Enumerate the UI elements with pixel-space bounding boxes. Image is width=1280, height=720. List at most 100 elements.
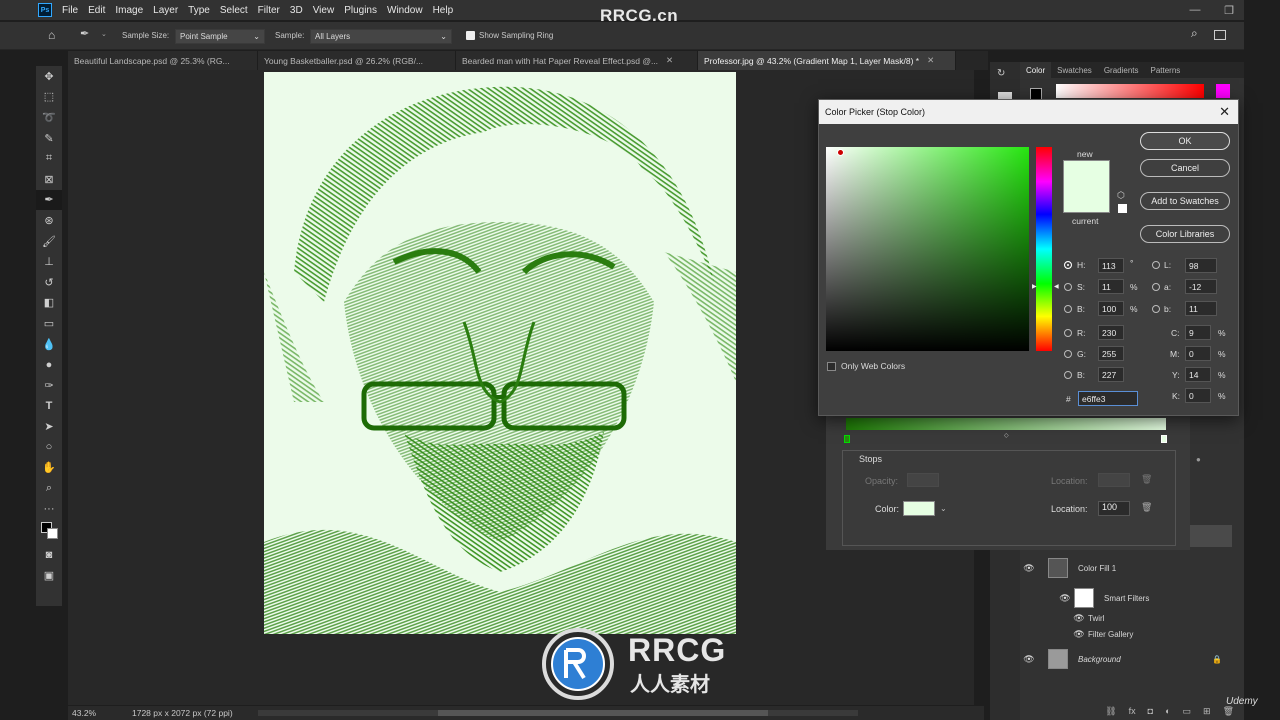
trash-icon[interactable]: 🗑 — [1141, 474, 1152, 485]
lasso-tool-icon[interactable]: ➰ — [36, 107, 62, 128]
menu-view[interactable]: View — [313, 5, 335, 16]
close-icon[interactable]: ✕ — [1219, 104, 1230, 120]
tab-gradients[interactable]: Gradients — [1098, 62, 1145, 78]
link-icon[interactable]: ⛓ — [1105, 706, 1116, 717]
tab-color[interactable]: Color — [1020, 62, 1052, 78]
healing-brush-tool-icon[interactable]: ⊛ — [36, 210, 62, 231]
gradient-bar[interactable] — [846, 418, 1166, 430]
brush-tool-icon[interactable]: 🖌 — [36, 231, 62, 252]
eyedropper-icon[interactable]: ✒ — [80, 27, 89, 40]
radio-l[interactable] — [1152, 261, 1160, 269]
checkbox-checked-icon[interactable] — [466, 31, 475, 40]
eye-icon[interactable]: 👁 — [1022, 654, 1036, 665]
r-field[interactable]: 230 — [1098, 325, 1124, 340]
menu-help[interactable]: Help — [433, 5, 454, 16]
layer-background[interactable]: 👁 Background 🔒 — [1022, 645, 1232, 673]
close-icon[interactable]: ✕ — [666, 55, 673, 66]
c-field[interactable]: 9 — [1185, 325, 1211, 340]
menu-window[interactable]: Window — [387, 5, 423, 16]
chevron-down-icon[interactable]: ⌄ — [101, 30, 107, 38]
pen-tool-icon[interactable]: ✑ — [36, 375, 62, 396]
menu-plugins[interactable]: Plugins — [344, 5, 377, 16]
background-color-swatch[interactable] — [47, 528, 58, 540]
minimize-icon[interactable]: — — [1178, 0, 1212, 20]
menu-3d[interactable]: 3D — [290, 5, 303, 16]
document-canvas[interactable] — [264, 72, 736, 634]
search-icon[interactable]: ⌕ — [1191, 26, 1198, 41]
lock-icon[interactable]: 🔒 — [1212, 655, 1222, 664]
stop-color-swatch[interactable] — [903, 501, 935, 516]
dodge-tool-icon[interactable]: ● — [36, 354, 62, 375]
color-stop-left[interactable] — [844, 435, 850, 443]
cancel-button[interactable]: Cancel — [1140, 159, 1230, 177]
menu-file[interactable]: File — [62, 5, 78, 16]
workspace-icon[interactable] — [1214, 30, 1226, 40]
opacity-location-field[interactable] — [1098, 473, 1130, 487]
layer-color-fill[interactable]: 👁 Color Fill 1 — [1022, 554, 1232, 582]
l-field[interactable]: 98 — [1185, 258, 1217, 273]
path-select-tool-icon[interactable]: ➤ — [36, 416, 62, 437]
history-brush-tool-icon[interactable]: ↺ — [36, 272, 62, 293]
blue-field[interactable]: 227 — [1098, 367, 1124, 382]
chevron-down-icon[interactable]: ⌄ — [940, 504, 947, 513]
more-tools-icon[interactable]: ··· — [36, 498, 62, 519]
tab-young-basketballer[interactable]: Young Basketballer.psd @ 26.2% (RGB/... — [258, 51, 456, 70]
eraser-tool-icon[interactable]: ◧ — [36, 293, 62, 314]
menu-edit[interactable]: Edit — [88, 5, 105, 16]
tab-bearded-man[interactable]: Bearded man with Hat Paper Reveal Effect… — [456, 51, 698, 70]
lab-b-field[interactable]: 11 — [1185, 301, 1217, 316]
move-tool-icon[interactable]: ✥ — [36, 66, 62, 87]
radio-s[interactable] — [1064, 283, 1072, 291]
fx-icon[interactable]: fx — [1129, 706, 1136, 716]
color-ramp-swatch[interactable] — [1216, 84, 1230, 98]
eye-icon[interactable]: 👁 — [1072, 629, 1086, 640]
eye-icon[interactable]: 👁 — [1072, 613, 1086, 624]
eyedropper-tool-icon[interactable]: ✒ — [36, 189, 62, 211]
sample-size-select[interactable]: Point Sample ⌄ — [175, 29, 265, 44]
hue-arrow-right-icon[interactable]: ◀ — [1054, 283, 1059, 290]
show-sampling-ring-toggle[interactable]: Show Sampling Ring — [466, 31, 553, 40]
ok-button[interactable]: OK — [1140, 132, 1230, 150]
trash-icon[interactable]: 🗑 — [1141, 502, 1152, 513]
radio-g[interactable] — [1064, 350, 1072, 358]
h-field[interactable]: 113 — [1098, 258, 1124, 273]
blur-tool-icon[interactable]: 💧 — [36, 334, 62, 355]
midpoint-diamond-icon[interactable]: ◇ — [1004, 432, 1009, 439]
new-layer-icon[interactable]: ⊞ — [1203, 706, 1211, 717]
zoom-level[interactable]: 43.2% — [72, 708, 122, 718]
gamut-cube-icon[interactable]: ⬡ — [1117, 190, 1125, 201]
horizontal-scrollbar[interactable] — [258, 710, 858, 716]
only-web-colors-checkbox[interactable] — [827, 362, 836, 371]
radio-b[interactable] — [1064, 305, 1072, 313]
menu-select[interactable]: Select — [220, 5, 248, 16]
y-field[interactable]: 14 — [1185, 367, 1211, 382]
menu-image[interactable]: Image — [115, 5, 143, 16]
frame-tool-icon[interactable]: ⊠ — [36, 169, 62, 190]
s-field[interactable]: 11 — [1098, 279, 1124, 294]
clone-stamp-tool-icon[interactable]: ⊥ — [36, 251, 62, 272]
mask-icon[interactable]: ◘ — [1148, 706, 1153, 716]
menu-filter[interactable]: Filter — [258, 5, 280, 16]
menu-type[interactable]: Type — [188, 5, 210, 16]
radio-blue[interactable] — [1064, 371, 1072, 379]
color-location-field[interactable]: 100 — [1098, 501, 1130, 516]
add-to-swatches-button[interactable]: Add to Swatches — [1140, 192, 1230, 210]
menu-layer[interactable]: Layer — [153, 5, 178, 16]
screen-mode-icon[interactable]: ▣ — [36, 566, 62, 587]
hex-field[interactable]: e6ffe3 — [1078, 391, 1138, 406]
a-field[interactable]: -12 — [1185, 279, 1217, 294]
restore-icon[interactable]: ❐ — [1212, 0, 1246, 20]
eye-icon[interactable]: ● — [1196, 455, 1201, 464]
web-safe-swatch[interactable] — [1118, 204, 1127, 213]
radio-a[interactable] — [1152, 283, 1160, 291]
folder-icon[interactable]: ▭ — [1183, 706, 1192, 717]
k-field[interactable]: 0 — [1185, 388, 1211, 403]
tab-professor[interactable]: Professor.jpg @ 43.2% (Gradient Map 1, L… — [698, 51, 956, 70]
quick-mask-icon[interactable]: ◙ — [36, 545, 62, 566]
m-field[interactable]: 0 — [1185, 346, 1211, 361]
tab-beautiful-landscape[interactable]: Beautiful Landscape.psd @ 25.3% (RG... — [68, 51, 258, 70]
trash-icon[interactable]: 🗑 — [1223, 706, 1234, 717]
filter-twirl[interactable]: 👁 Twirl — [1022, 610, 1232, 626]
layer-smart-filters[interactable]: 👁 Smart Filters — [1022, 584, 1232, 612]
g-field[interactable]: 255 — [1098, 346, 1124, 361]
